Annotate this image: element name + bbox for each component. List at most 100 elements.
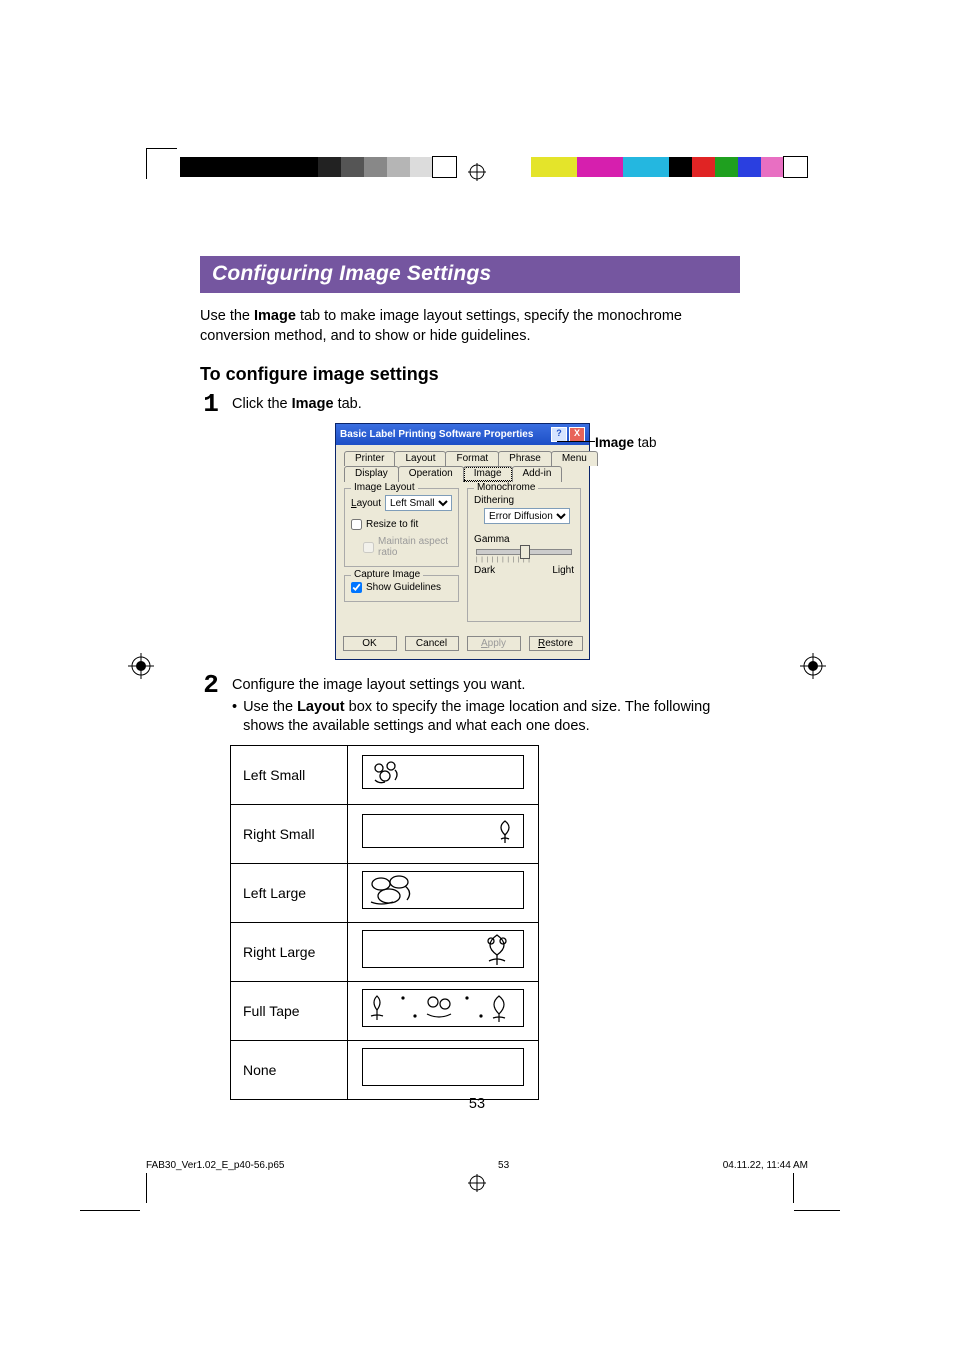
callout-leader-line xyxy=(557,441,595,442)
tab-row-2: Display Operation Image Add-in xyxy=(344,466,581,482)
table-row: Left Large xyxy=(231,863,539,922)
option-preview xyxy=(348,804,539,863)
option-name: None xyxy=(231,1040,348,1099)
restore-button[interactable]: Restore xyxy=(529,636,583,651)
step-line: Configure the image layout settings you … xyxy=(232,676,740,696)
registration-mark-right xyxy=(800,653,826,679)
text-bold: Image xyxy=(292,396,334,412)
option-name: Left Small xyxy=(231,745,348,804)
text: tab xyxy=(634,435,657,450)
bullet-dot: • xyxy=(232,698,237,737)
option-name: Full Tape xyxy=(231,981,348,1040)
registration-mark-bottom xyxy=(468,1174,486,1192)
text: tab. xyxy=(334,396,362,412)
crop-mark xyxy=(96,1173,147,1203)
step-number: 2 xyxy=(200,672,222,698)
option-name: Right Large xyxy=(231,922,348,981)
text-bold: Image xyxy=(254,308,296,324)
resize-label: Resize to fit xyxy=(366,519,418,530)
text-bold: Image xyxy=(595,435,634,450)
text: Use the xyxy=(200,308,254,324)
ok-button[interactable]: OK xyxy=(343,636,397,651)
group-image-layout: Image Layout Layout Left Small Resize to… xyxy=(344,488,459,567)
gamma-slider[interactable]: | | | | | | | | | | | Dark Light xyxy=(474,549,574,576)
maintain-aspect-label: Maintain aspect ratio xyxy=(378,536,452,558)
page-content: Configuring Image Settings Use the Image… xyxy=(200,256,740,1100)
layout-select[interactable]: Left Small xyxy=(385,495,452,511)
step-1: 1 Click the Image tab. xyxy=(200,391,740,417)
gamma-dark-label: Dark xyxy=(474,565,495,576)
table-row: Left Small xyxy=(231,745,539,804)
crop-mark xyxy=(146,148,177,179)
cancel-button[interactable]: Cancel xyxy=(405,636,459,651)
tab-layout[interactable]: Layout xyxy=(394,451,446,466)
layout-label: Layout xyxy=(351,498,381,509)
option-preview xyxy=(348,981,539,1040)
registration-mark-top xyxy=(468,163,486,181)
show-guidelines-checkbox[interactable] xyxy=(351,582,362,593)
dialog-titlebar: Basic Label Printing Software Properties… xyxy=(336,424,589,445)
apply-button: Apply xyxy=(467,636,521,651)
group-legend: Monochrome xyxy=(474,482,538,493)
dithering-label: Dithering xyxy=(474,495,574,506)
option-preview xyxy=(348,863,539,922)
tab-addin[interactable]: Add-in xyxy=(512,466,563,482)
left-color-bar xyxy=(180,157,456,177)
group-legend: Capture Image xyxy=(351,569,423,580)
crop-mark xyxy=(793,1173,824,1203)
table-row: Full Tape xyxy=(231,981,539,1040)
option-name: Right Small xyxy=(231,804,348,863)
procedure-heading: To configure image settings xyxy=(200,364,740,385)
registration-mark-left xyxy=(128,653,154,679)
option-preview xyxy=(348,1040,539,1099)
gamma-light-label: Light xyxy=(552,565,574,576)
tab-menu[interactable]: Menu xyxy=(551,451,598,466)
dialog-body: Printer Layout Format Phrase Menu Displa… xyxy=(336,445,589,630)
option-name: Left Large xyxy=(231,863,348,922)
step-2: 2 Configure the image layout settings yo… xyxy=(200,672,740,737)
maintain-aspect-checkbox xyxy=(363,542,374,553)
tab-display[interactable]: Display xyxy=(344,466,399,482)
group-monochrome: Monochrome Dithering Error Diffusion Gam… xyxy=(467,488,581,622)
table-row: None xyxy=(231,1040,539,1099)
tab-format[interactable]: Format xyxy=(445,451,499,466)
gamma-label: Gamma xyxy=(474,534,574,545)
footer-filename: FAB30_Ver1.02_E_p40-56.p65 xyxy=(146,1160,284,1171)
step-number: 1 xyxy=(200,391,222,417)
imposition-footer: FAB30_Ver1.02_E_p40-56.p65 53 04.11.22, … xyxy=(146,1160,808,1171)
group-capture-image: Capture Image Show Guidelines xyxy=(344,575,459,602)
intro-paragraph: Use the Image tab to make image layout s… xyxy=(200,307,740,346)
option-preview xyxy=(348,745,539,804)
page-number: 53 xyxy=(0,1096,954,1112)
bullet-text: Use the Layout box to specify the image … xyxy=(243,698,740,737)
help-button[interactable]: ? xyxy=(551,427,567,442)
close-button[interactable]: X xyxy=(569,427,585,442)
footer-timestamp: 04.11.22, 11:44 AM xyxy=(723,1160,808,1171)
dialog-button-row: OK Cancel Apply Restore xyxy=(336,630,589,659)
tab-printer[interactable]: Printer xyxy=(344,451,395,466)
group-legend: Image Layout xyxy=(351,482,418,493)
callout-label: Image tab xyxy=(595,435,657,450)
tab-row-1: Printer Layout Format Phrase Menu xyxy=(344,451,581,466)
step-bullet: • Use the Layout box to specify the imag… xyxy=(232,698,740,737)
step-body: Click the Image tab. xyxy=(232,391,740,415)
dithering-select[interactable]: Error Diffusion xyxy=(484,508,570,524)
tab-operation[interactable]: Operation xyxy=(398,466,464,482)
section-heading: Configuring Image Settings xyxy=(200,256,740,293)
step-body: Configure the image layout settings you … xyxy=(232,672,740,737)
tab-image[interactable]: Image xyxy=(463,466,513,482)
crop-mark xyxy=(80,1210,140,1211)
resize-checkbox[interactable] xyxy=(351,519,362,530)
footer-page: 53 xyxy=(498,1160,509,1171)
text: Click the xyxy=(232,396,292,412)
tab-phrase[interactable]: Phrase xyxy=(498,451,552,466)
table-row: Right Large xyxy=(231,922,539,981)
dialog-title: Basic Label Printing Software Properties xyxy=(340,429,533,440)
dialog-figure: Image tab Basic Label Printing Software … xyxy=(335,423,590,660)
layout-options-table: Left Small Right Small Left Large Right … xyxy=(230,745,539,1100)
table-row: Right Small xyxy=(231,804,539,863)
properties-dialog: Basic Label Printing Software Properties… xyxy=(335,423,590,660)
right-color-bar xyxy=(531,157,807,177)
show-guidelines-label: Show Guidelines xyxy=(366,582,441,593)
option-preview xyxy=(348,922,539,981)
